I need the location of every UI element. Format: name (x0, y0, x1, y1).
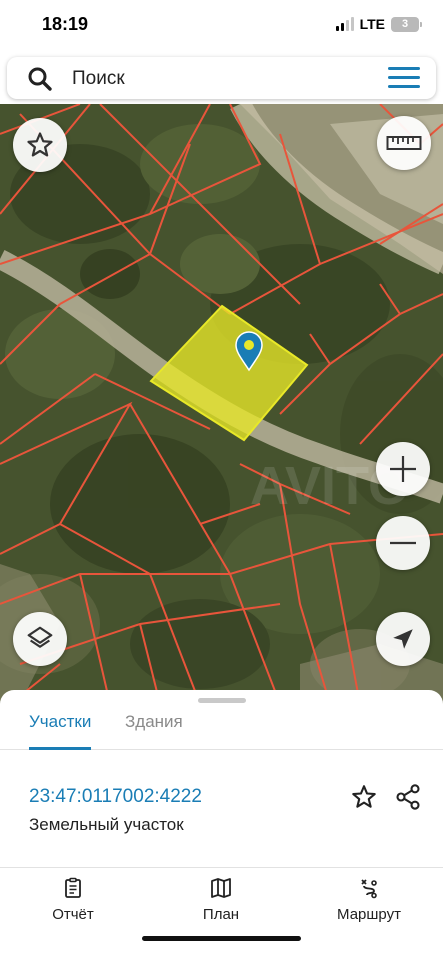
star-icon[interactable] (350, 783, 378, 811)
status-bar: 18:19 LTE 3 (0, 0, 443, 52)
battery-icon: 3 (391, 16, 422, 32)
parcel-type: Земельный участок (29, 815, 184, 834)
network-type: LTE (359, 16, 385, 32)
bottom-navigation: Отчёт План Маршрут (0, 868, 443, 928)
sheet-tabs: Участки Здания (0, 706, 443, 750)
favorite-button[interactable] (13, 118, 67, 172)
layers-button[interactable] (13, 612, 67, 666)
search-bar[interactable]: Поиск (7, 57, 436, 99)
search-icon (28, 67, 52, 91)
share-icon[interactable] (394, 783, 422, 811)
tab-buildings[interactable]: Здания (125, 712, 183, 748)
satellite-map[interactable]: AVITO (0, 104, 443, 704)
bottom-sheet: Участки Здания 23:47:0117002:4222 Земель… (0, 690, 443, 960)
star-icon (27, 132, 53, 157)
ruler-icon (386, 136, 422, 150)
signal-icon (335, 17, 354, 31)
sheet-drag-handle[interactable] (198, 698, 246, 703)
map-plan-icon (211, 878, 231, 898)
route-icon (361, 879, 377, 899)
nav-report-label: Отчёт (52, 906, 94, 923)
map-view[interactable]: AVITO (0, 104, 443, 704)
screen: 18:19 LTE 3 AVITO Поиск Участки Здания 2… (0, 0, 443, 960)
cadastral-number[interactable]: 23:47:0117002:4222 (29, 786, 202, 808)
minus-icon (390, 541, 416, 545)
zoom-out-button[interactable] (376, 516, 430, 570)
status-time: 18:19 (42, 14, 89, 34)
parcel-card[interactable]: 23:47:0117002:4222 Земельный участок (0, 750, 443, 868)
plus-icon (390, 456, 416, 482)
my-location-button[interactable] (376, 612, 430, 666)
hamburger-menu-icon[interactable] (388, 67, 420, 89)
nav-route[interactable]: Маршрут (319, 876, 419, 923)
tab-parcels[interactable]: Участки (29, 712, 92, 750)
layers-icon (27, 626, 53, 648)
nav-report[interactable]: Отчёт (23, 876, 123, 923)
measure-button[interactable] (377, 116, 431, 170)
zoom-in-button[interactable] (376, 442, 430, 496)
navigation-arrow-icon (393, 629, 413, 649)
nav-route-label: Маршрут (337, 906, 401, 923)
nav-plan[interactable]: План (171, 876, 271, 923)
nav-plan-label: План (202, 906, 240, 923)
search-input[interactable]: Поиск (72, 68, 125, 90)
report-icon (65, 877, 81, 898)
status-indicators: LTE 3 (335, 16, 422, 32)
home-indicator (142, 936, 301, 941)
